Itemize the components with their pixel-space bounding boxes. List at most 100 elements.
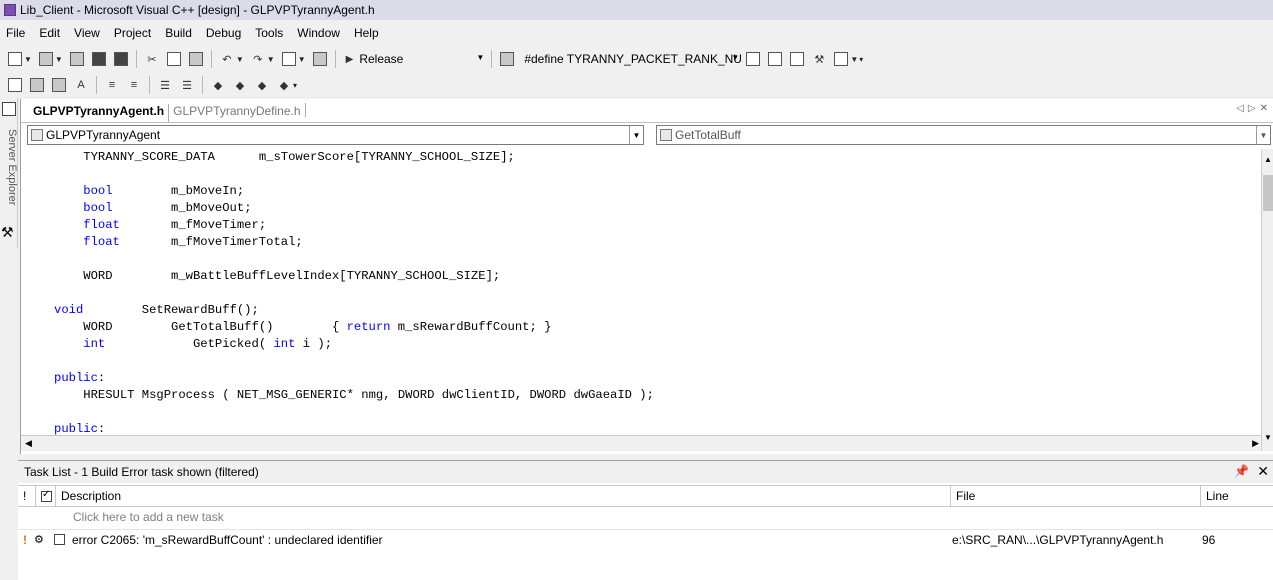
code-line[interactable]: WORD m_wBattleBuffLevelIndex[TYRANNY_SCH… — [54, 268, 1261, 285]
add-item-icon[interactable] — [38, 51, 54, 67]
code-line[interactable]: bool m_bMoveIn; — [54, 183, 1261, 200]
display-object-icon[interactable] — [7, 77, 23, 93]
code-line[interactable]: WORD GetTotalBuff() { return m_sRewardBu… — [54, 319, 1261, 336]
task-checkbox[interactable] — [54, 534, 65, 545]
menu-window[interactable]: Window — [297, 26, 340, 40]
checked-column-header[interactable] — [36, 485, 56, 507]
properties-icon[interactable] — [767, 51, 783, 67]
menu-edit[interactable]: Edit — [39, 26, 60, 40]
configuration-value: Release — [359, 52, 404, 66]
comment-icon[interactable]: ☰ — [157, 77, 173, 93]
code-line[interactable] — [54, 404, 1261, 421]
task-description: error C2065: 'm_sRewardBuffCount' : unde… — [72, 532, 383, 547]
menu-project[interactable]: Project — [114, 26, 151, 40]
tab-navigation-icons[interactable]: ◁▷✕ — [1236, 103, 1272, 114]
clear-bookmarks-icon[interactable]: ◆ — [276, 77, 292, 93]
code-line[interactable]: HRESULT MsgProcess ( NET_MSG_GENERIC* nm… — [54, 387, 1261, 404]
toolbar-options-icon[interactable]: ▾ — [859, 55, 863, 64]
pin-icon[interactable]: 📌 — [1234, 464, 1249, 478]
standard-toolbar: ▼ ▼ ✂ ↶ ▼ ↷ ▼ ▼ ▶ Release ▼ #define TYRANN… — [0, 46, 1273, 72]
table-row[interactable]: ! ⚙ error C2065: 'm_sRewardBuffCount' : … — [18, 529, 1273, 549]
code-line[interactable]: public: — [54, 421, 1261, 435]
cut-icon[interactable]: ✂ — [144, 51, 160, 67]
find-combo[interactable]: #define TYRANNY_PACKET_RANK_NU ▼ — [520, 49, 743, 69]
add-task-placeholder[interactable]: Click here to add a new task — [73, 510, 224, 524]
redo-icon[interactable]: ↷ — [250, 51, 266, 67]
class-select[interactable]: GLPVPTyrannyAgent ▼ — [27, 125, 644, 145]
tools-icon[interactable]: ⚒ — [811, 51, 827, 67]
menu-file[interactable]: File — [6, 26, 25, 40]
scroll-left-icon[interactable]: ◀ — [25, 438, 32, 449]
keyword-token: float — [83, 218, 120, 232]
code-line[interactable]: public: — [54, 370, 1261, 387]
vertical-scrollbar[interactable]: ▲ ▼ — [1261, 149, 1273, 451]
menu-help[interactable]: Help — [354, 26, 379, 40]
next-bookmark-icon[interactable]: ◆ — [232, 77, 248, 93]
toolbar-separator — [135, 50, 137, 68]
open-file-icon[interactable] — [69, 51, 85, 67]
solution-explorer-icon[interactable] — [745, 51, 761, 67]
code-line[interactable] — [54, 166, 1261, 183]
menu-build[interactable]: Build — [165, 26, 192, 40]
tab-glpvptyrannyagent-h[interactable]: GLPVPTyrannyAgent.h — [31, 104, 168, 122]
task-file: e:\SRC_RAN\...\GLPVPTyrannyAgent.h — [952, 532, 1164, 547]
quick-info-icon[interactable] — [51, 77, 67, 93]
code-line[interactable] — [54, 353, 1261, 370]
find-in-files-icon[interactable] — [499, 51, 515, 67]
tab-glpvptyrannydefine-h[interactable]: GLPVPTyrannyDefine.h — [168, 104, 304, 122]
save-all-icon[interactable] — [113, 51, 129, 67]
chevron-down-icon[interactable]: ▼ — [55, 55, 63, 64]
code-line[interactable] — [54, 251, 1261, 268]
chevron-down-icon[interactable]: ▼ — [236, 55, 244, 64]
copy-icon[interactable] — [166, 51, 182, 67]
scroll-thumb[interactable] — [1263, 175, 1273, 211]
save-icon[interactable] — [91, 51, 107, 67]
menu-tools[interactable]: Tools — [255, 26, 283, 40]
toolbox-icon[interactable]: ⚒ — [1, 224, 14, 241]
new-project-icon[interactable] — [7, 51, 23, 67]
navigate-icon[interactable] — [281, 51, 297, 67]
solution-explorer-icon[interactable] — [2, 102, 16, 116]
chevron-down-icon[interactable]: ▼ — [267, 55, 275, 64]
toolbox-icon[interactable] — [789, 51, 805, 67]
code-line[interactable]: float m_fMoveTimer; — [54, 217, 1261, 234]
scroll-down-icon[interactable]: ▼ — [1264, 433, 1272, 442]
code-line[interactable]: void SetRewardBuff(); — [54, 302, 1261, 319]
line-column-header[interactable]: Line — [1201, 485, 1273, 507]
horizontal-scrollbar[interactable]: ◀ ▶ — [21, 435, 1261, 451]
keyword-token: public — [54, 371, 98, 385]
navigate-forward-icon[interactable] — [312, 51, 328, 67]
start-icon[interactable]: ▶ — [346, 54, 354, 65]
increase-indent-icon[interactable]: ≡ — [126, 77, 142, 93]
toolbar-options-icon[interactable]: ▾ — [293, 81, 297, 90]
code-line[interactable]: bool m_bMoveOut; — [54, 200, 1261, 217]
undo-icon[interactable]: ↶ — [219, 51, 235, 67]
previous-bookmark-icon[interactable]: ◆ — [254, 77, 270, 93]
chevron-down-icon[interactable]: ▼ — [24, 55, 32, 64]
chevron-down-icon[interactable]: ▼ — [298, 55, 306, 64]
decrease-indent-icon[interactable]: ≡ — [104, 77, 120, 93]
scroll-right-icon[interactable]: ▶ — [1252, 438, 1259, 449]
code-line[interactable] — [54, 285, 1261, 302]
complete-word-icon[interactable]: A — [73, 77, 89, 93]
priority-column-header[interactable]: ! — [18, 485, 36, 507]
display-parameter-info-icon[interactable] — [29, 77, 45, 93]
code-editor[interactable]: TYRANNY_SCORE_DATA m_sTowerScore[TYRANNY… — [21, 149, 1261, 435]
menu-debug[interactable]: Debug — [206, 26, 241, 40]
description-column-header[interactable]: Description — [56, 485, 951, 507]
toggle-bookmark-icon[interactable]: ◆ — [210, 77, 226, 93]
member-select[interactable]: GetTotalBuff ▼ — [656, 125, 1271, 145]
class-view-icon[interactable] — [833, 51, 849, 67]
code-line[interactable]: int GetPicked( int i ); — [54, 336, 1261, 353]
server-explorer-tab[interactable]: Server Explorer — [0, 122, 18, 212]
code-line[interactable]: TYRANNY_SCORE_DATA m_sTowerScore[TYRANNY… — [54, 149, 1261, 166]
menu-view[interactable]: View — [74, 26, 100, 40]
paste-icon[interactable] — [188, 51, 204, 67]
scroll-up-icon[interactable]: ▲ — [1264, 155, 1272, 164]
solution-configuration-select[interactable]: Release ▼ — [355, 49, 488, 69]
chevron-down-icon[interactable]: ▼ — [850, 55, 858, 64]
file-column-header[interactable]: File — [951, 485, 1201, 507]
code-line[interactable]: float m_fMoveTimerTotal; — [54, 234, 1261, 251]
close-icon[interactable]: ✕ — [1257, 463, 1269, 480]
uncomment-icon[interactable]: ☰ — [179, 77, 195, 93]
